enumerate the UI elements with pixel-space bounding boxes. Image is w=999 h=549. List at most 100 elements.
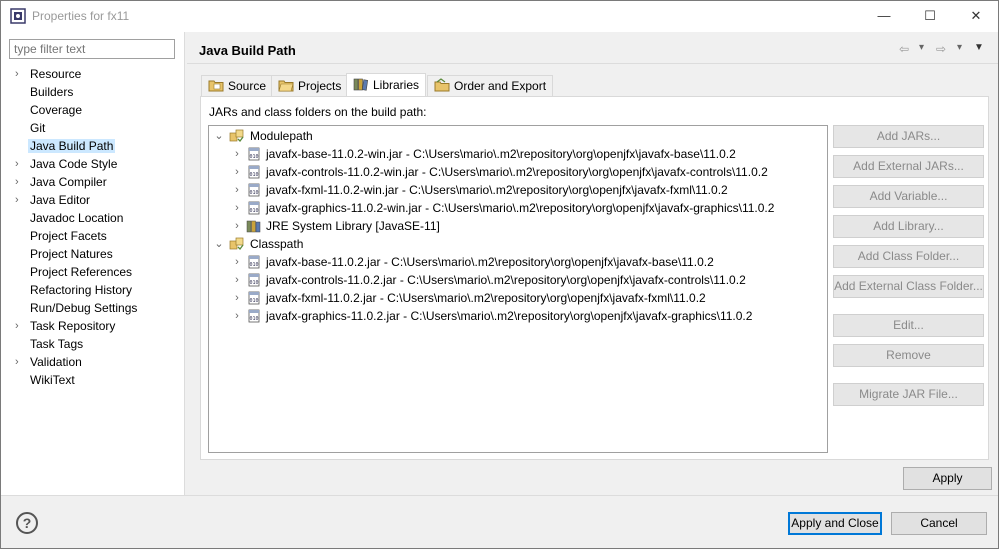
- build-path-label: JARs and class folders on the build path…: [209, 105, 427, 119]
- tree-entry-row[interactable]: › 010 javafx-controls-11.0.2-win.jar - C:\…: [209, 163, 827, 181]
- title-bar: Properties for fx11 — ☐ ✕: [1, 1, 998, 32]
- forward-dropdown-icon[interactable]: ▾: [957, 42, 962, 58]
- build-path-tree[interactable]: ⌄ Modulepath › 010 javafx-base-11.0.2-win.ja…: [208, 125, 828, 453]
- chevron-right-icon[interactable]: ›: [232, 199, 242, 217]
- nav-item-git[interactable]: Git: [1, 119, 184, 137]
- tree-group-row[interactable]: ⌄ Modulepath: [209, 127, 827, 145]
- view-menu-icon[interactable]: ▼: [974, 42, 984, 58]
- nav-item-label: Task Tags: [30, 337, 84, 351]
- close-button[interactable]: ✕: [953, 1, 999, 32]
- chevron-right-icon[interactable]: ›: [15, 65, 25, 83]
- nav-item-validation[interactable]: › Validation: [1, 353, 184, 371]
- chevron-right-icon[interactable]: ›: [232, 271, 242, 289]
- tab-order-export[interactable]: Order and Export: [427, 75, 554, 96]
- nav-item-java-code-style[interactable]: › Java Code Style: [1, 155, 184, 173]
- nav-item-label: Resource: [30, 67, 82, 81]
- chevron-down-icon[interactable]: ⌄: [214, 235, 224, 253]
- tree-entry-row[interactable]: › 010 javafx-fxml-11.0.2-win.jar - C:\User…: [209, 181, 827, 199]
- nav-item-refactoring-history[interactable]: Refactoring History: [1, 281, 184, 299]
- tab-projects[interactable]: Projects: [271, 75, 349, 96]
- tree-row-label: javafx-graphics-11.0.2.jar - C:\Users\ma…: [266, 309, 753, 323]
- tab-libraries[interactable]: Libraries: [346, 73, 427, 96]
- projects-folder-icon: [278, 80, 294, 92]
- tab-label: Order and Export: [454, 79, 547, 93]
- chevron-right-icon[interactable]: ›: [232, 289, 242, 307]
- filter-input[interactable]: [9, 39, 175, 59]
- tab-source[interactable]: Source: [201, 75, 274, 96]
- minimize-button[interactable]: —: [861, 1, 907, 32]
- tree-entry-row[interactable]: › 010 javafx-base-11.0.2-win.jar - C:\User…: [209, 145, 827, 163]
- tree-row-label: javafx-fxml-11.0.2-win.jar - C:\Users\ma…: [266, 183, 728, 197]
- nav-item-project-facets[interactable]: Project Facets: [1, 227, 184, 245]
- jar-icon: 010: [246, 146, 262, 162]
- back-dropdown-icon[interactable]: ▾: [919, 42, 924, 58]
- add-class-folder-button[interactable]: Add Class Folder...: [833, 245, 984, 268]
- nav-item-java-build-path[interactable]: Java Build Path: [1, 137, 184, 155]
- nav-item-label: Validation: [30, 355, 82, 369]
- chevron-right-icon[interactable]: ›: [232, 307, 242, 325]
- nav-item-builders[interactable]: Builders: [1, 83, 184, 101]
- nav-item-label: Git: [30, 121, 46, 135]
- add-jars-button[interactable]: Add JARs...: [833, 125, 984, 148]
- nav-item-label: Project Facets: [30, 229, 107, 243]
- chevron-down-icon[interactable]: ⌄: [214, 127, 224, 145]
- nav-item-label: Project References: [30, 265, 133, 279]
- nav-item-java-compiler[interactable]: › Java Compiler: [1, 173, 184, 191]
- apply-and-close-button[interactable]: Apply and Close: [788, 512, 882, 535]
- tree-row-label: Classpath: [250, 237, 304, 251]
- tree-entry-row[interactable]: › 010 javafx-controls-11.0.2.jar - C:\User…: [209, 271, 827, 289]
- tree-entry-row[interactable]: › 010 javafx-graphics-11.0.2.jar - C:\User…: [209, 307, 827, 325]
- maximize-button[interactable]: ☐: [907, 1, 953, 32]
- add-library-button[interactable]: Add Library...: [833, 215, 984, 238]
- nav-item-java-editor[interactable]: › Java Editor: [1, 191, 184, 209]
- tab-label: Projects: [298, 79, 342, 93]
- tree-entry-row[interactable]: › 010 javafx-graphics-11.0.2-win.jar - C:\…: [209, 199, 827, 217]
- chevron-right-icon[interactable]: ›: [232, 145, 242, 163]
- chevron-right-icon[interactable]: ›: [15, 353, 25, 371]
- classpath-icon: [229, 236, 245, 252]
- svg-text:010: 010: [249, 262, 258, 268]
- tree-entry-row[interactable]: › JRE System Library [JavaSE-11]: [209, 217, 827, 235]
- remove-button[interactable]: Remove: [833, 344, 984, 367]
- edit-button[interactable]: Edit...: [833, 314, 984, 337]
- chevron-right-icon[interactable]: ›: [232, 217, 242, 235]
- nav-item-javadoc-location[interactable]: Javadoc Location: [1, 209, 184, 227]
- chevron-right-icon[interactable]: ›: [15, 155, 25, 173]
- nav-item-project-natures[interactable]: Project Natures: [1, 245, 184, 263]
- tree-group-row[interactable]: ⌄ Classpath: [209, 235, 827, 253]
- tab-label: Source: [228, 79, 267, 93]
- nav-item-task-tags[interactable]: Task Tags: [1, 335, 184, 353]
- chevron-right-icon[interactable]: ›: [15, 173, 25, 191]
- forward-icon[interactable]: ⇨: [936, 42, 946, 58]
- svg-text:010: 010: [249, 298, 258, 304]
- apply-button[interactable]: Apply: [903, 467, 992, 490]
- help-icon[interactable]: ?: [16, 512, 38, 534]
- migrate-jar-button[interactable]: Migrate JAR File...: [833, 383, 984, 406]
- cancel-button[interactable]: Cancel: [891, 512, 987, 535]
- nav-item-label: Refactoring History: [30, 283, 133, 297]
- footer-divider: [1, 495, 998, 496]
- chevron-right-icon[interactable]: ›: [232, 163, 242, 181]
- nav-item-project-references[interactable]: Project References: [1, 263, 184, 281]
- nav-item-wikitext[interactable]: WikiText: [1, 371, 184, 389]
- nav-item-coverage[interactable]: Coverage: [1, 101, 184, 119]
- svg-text:010: 010: [249, 280, 258, 286]
- jar-icon: 010: [246, 290, 262, 306]
- nav-item-resource[interactable]: › Resource: [1, 65, 184, 83]
- chevron-right-icon[interactable]: ›: [232, 181, 242, 199]
- tree-entry-row[interactable]: › 010 javafx-base-11.0.2.jar - C:\Users\ma…: [209, 253, 827, 271]
- chevron-right-icon[interactable]: ›: [15, 191, 25, 209]
- add-external-jars-button[interactable]: Add External JARs...: [833, 155, 984, 178]
- chevron-right-icon[interactable]: ›: [15, 317, 25, 335]
- nav-item-task-repository[interactable]: › Task Repository: [1, 317, 184, 335]
- add-external-class-folder-button[interactable]: Add External Class Folder...: [833, 275, 984, 298]
- jar-icon: 010: [246, 254, 262, 270]
- page-title: Java Build Path: [199, 43, 296, 58]
- property-pages-panel: › Resource Builders Coverage Git Java Build P…: [1, 32, 185, 495]
- tree-entry-row[interactable]: › 010 javafx-fxml-11.0.2.jar - C:\Users\ma…: [209, 289, 827, 307]
- nav-item-run-debug-settings[interactable]: Run/Debug Settings: [1, 299, 184, 317]
- back-icon[interactable]: ⇦: [899, 42, 909, 58]
- chevron-right-icon[interactable]: ›: [232, 253, 242, 271]
- add-variable-button[interactable]: Add Variable...: [833, 185, 984, 208]
- nav-item-label: Java Code Style: [30, 157, 118, 171]
